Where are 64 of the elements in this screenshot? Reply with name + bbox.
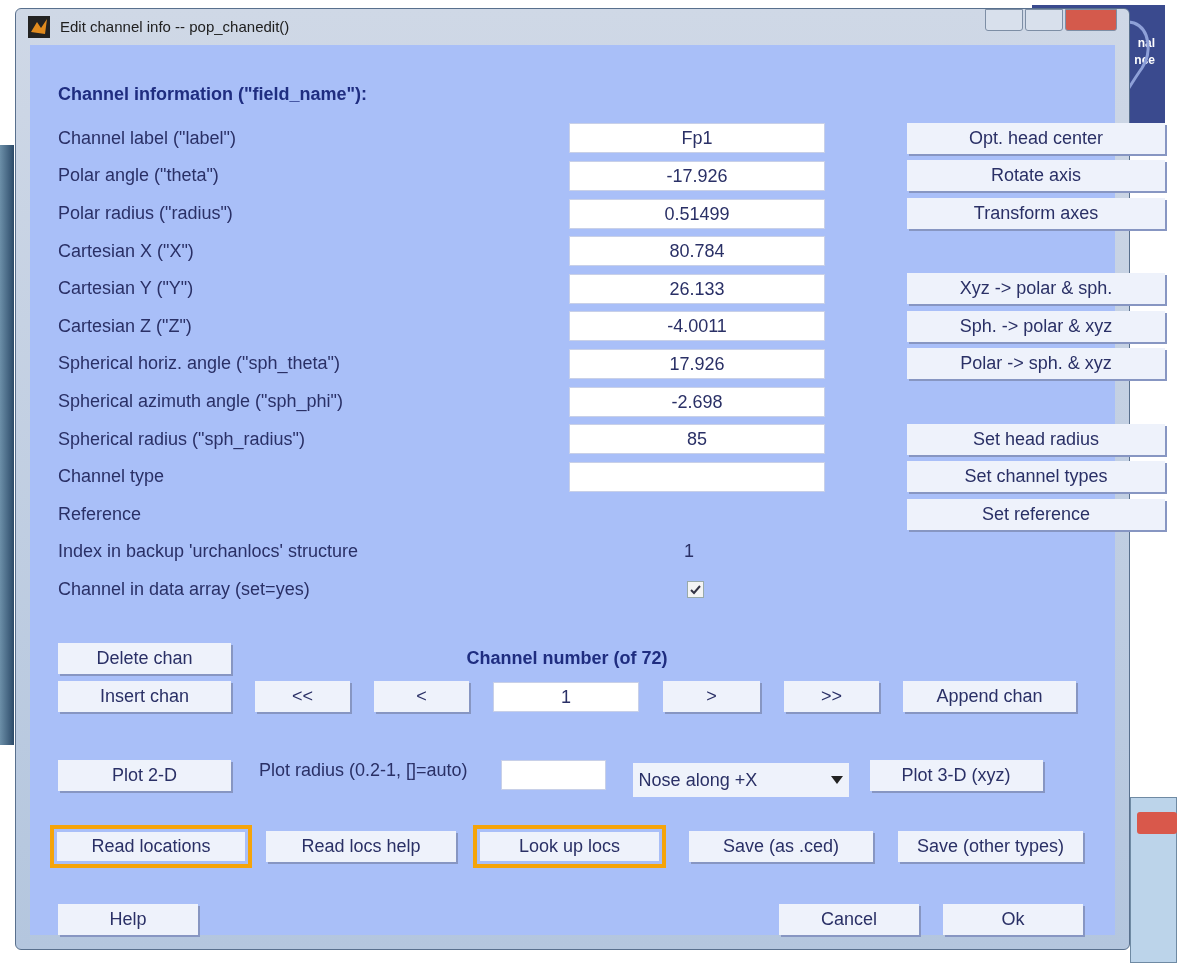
input-field[interactable]: -17.926 — [569, 160, 825, 191]
field-label: Reference — [58, 502, 143, 526]
input-field[interactable]: 17.926 — [569, 348, 825, 379]
window-title: Edit channel info -- pop_chanedit() — [60, 16, 290, 37]
file-button[interactable]: Save (other types) — [898, 831, 1083, 862]
field-label: Polar radius ("radius") — [58, 202, 234, 226]
action-button[interactable]: Polar -> sph. & xyz — [907, 348, 1165, 380]
file-button[interactable]: Read locs help — [266, 831, 456, 862]
field-label: Cartesian Z ("Z") — [58, 314, 193, 338]
input-field[interactable] — [569, 461, 825, 492]
close-icon[interactable] — [1137, 812, 1177, 834]
action-button[interactable]: Opt. head center — [907, 122, 1165, 154]
action-button[interactable]: Rotate axis — [907, 160, 1165, 192]
close-button[interactable] — [1065, 9, 1117, 31]
action-button[interactable]: Set reference — [907, 498, 1165, 530]
ok-button[interactable]: Ok — [943, 904, 1083, 935]
field-label: Spherical azimuth angle ("sph_phi") — [58, 390, 344, 414]
action-button[interactable]: Set head radius — [907, 423, 1165, 455]
app-icon — [28, 15, 50, 38]
delete-button[interactable]: Delete chan — [58, 643, 231, 674]
first-button[interactable]: << — [255, 681, 350, 712]
section-heading: Channel information ("field_name"): — [58, 82, 369, 106]
field-label: Channel type — [58, 465, 166, 489]
action-button[interactable]: Sph. -> polar & xyz — [907, 310, 1165, 342]
cancel-button[interactable]: Cancel — [779, 904, 919, 935]
checkbox[interactable] — [687, 581, 704, 598]
input-field[interactable]: 26.133 — [569, 273, 825, 304]
minimize-button[interactable] — [985, 9, 1023, 31]
plot-button[interactable]: Plot 2-D — [58, 759, 231, 791]
plot-button[interactable]: Plot 3-D (xyz) — [869, 759, 1043, 791]
append-button[interactable]: Append chan — [903, 681, 1076, 712]
caret-icon — [830, 776, 843, 784]
field-label: Cartesian Y ("Y") — [58, 277, 195, 301]
previous-button[interactable]: < — [374, 681, 469, 712]
field-label: Index in backup 'urchanlocs' structure — [58, 540, 360, 564]
index-value: 1 — [683, 541, 694, 562]
input-field[interactable]: Fp1 — [569, 123, 825, 154]
help-button[interactable]: Help — [58, 904, 198, 935]
field-label: Spherical horiz. angle ("sph_theta") — [58, 352, 341, 376]
field-label: Spherical radius ("sph_radius") — [58, 427, 306, 452]
field-label: Polar angle ("theta") — [58, 164, 220, 188]
file-button[interactable]: Save (as .ced) — [689, 831, 873, 862]
maximize-button[interactable] — [1025, 9, 1063, 31]
last-button[interactable]: >> — [784, 681, 879, 712]
input-field[interactable]: -4.0011 — [569, 311, 825, 342]
file-button[interactable]: Read locations — [50, 825, 252, 868]
file-button[interactable]: Look up locs — [473, 825, 666, 868]
input-field[interactable]: -2.698 — [569, 386, 825, 417]
action-button[interactable]: Xyz -> polar & sph. — [907, 273, 1165, 305]
input-field[interactable]: 80.784 — [569, 236, 825, 267]
field-label: Cartesian X ("X") — [58, 239, 195, 263]
radius-field[interactable] — [500, 760, 606, 790]
channel-number-label: Channel number (of 72) — [465, 647, 669, 670]
field-label: Channel label ("label") — [58, 126, 237, 150]
plot-radius-label: Plot radius (0.2-1, []=auto) — [259, 759, 468, 782]
insert-button[interactable]: Insert chan — [58, 681, 231, 712]
input-field[interactable]: 0.51499 — [569, 198, 825, 229]
orientation-dropdown[interactable]: Nose along +X — [632, 763, 849, 797]
input-field[interactable]: 85 — [569, 424, 825, 455]
action-button[interactable]: Set channel types — [907, 461, 1165, 493]
next-button[interactable]: > — [663, 681, 760, 712]
action-button[interactable]: Transform axes — [907, 198, 1165, 230]
channel-number-field[interactable]: 1 — [493, 681, 639, 712]
field-label: Channel in data array (set=yes) — [58, 578, 311, 601]
